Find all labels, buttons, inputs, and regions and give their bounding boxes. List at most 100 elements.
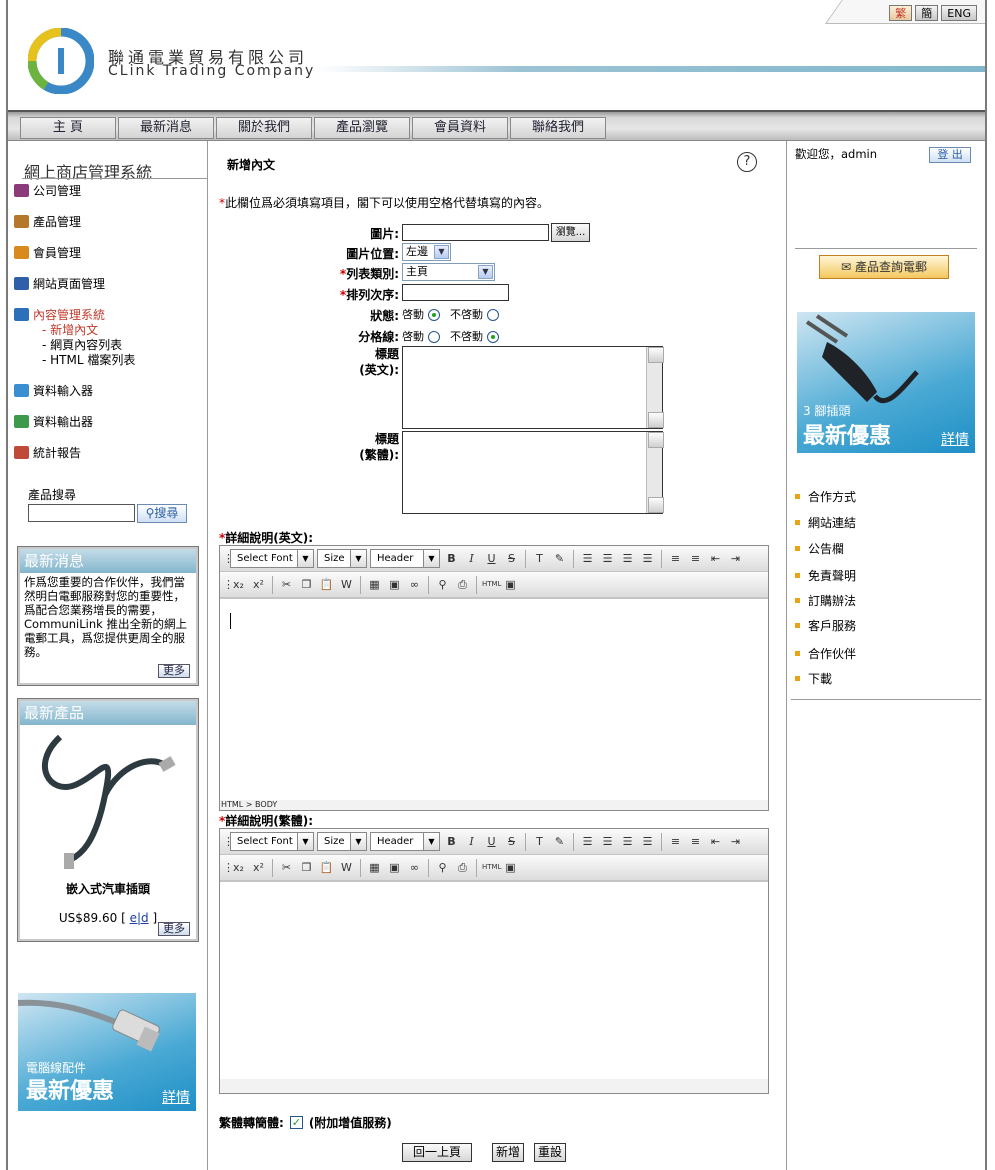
promo-detail-link[interactable]: 詳情 — [162, 1087, 190, 1107]
bullet-list-icon[interactable]: ≡ — [667, 550, 684, 567]
superscript-icon[interactable]: x² — [250, 859, 267, 876]
html-mode-icon[interactable]: HTML — [482, 576, 501, 593]
paste-word-icon[interactable]: W — [338, 576, 355, 593]
fullscreen-icon[interactable]: ▣ — [502, 859, 519, 876]
bullet-list-icon[interactable]: ≡ — [667, 833, 684, 850]
italic-icon[interactable]: I — [463, 550, 480, 567]
scrollbar[interactable] — [646, 347, 664, 428]
image-icon[interactable]: ▣ — [386, 576, 403, 593]
align-center-icon[interactable]: ☰ — [619, 833, 636, 850]
font-select[interactable]: Select Font ▼ — [230, 832, 314, 851]
underline-icon[interactable]: U — [483, 550, 500, 567]
indent-icon[interactable]: ⇥ — [727, 550, 744, 567]
subscript-icon[interactable]: x₂ — [230, 576, 247, 593]
cable-promo-banner[interactable]: 電腦線配件 最新優惠 詳情 — [18, 993, 196, 1111]
size-select[interactable]: Size ▼ — [317, 832, 367, 851]
browse-button[interactable]: 瀏覽... — [551, 223, 590, 242]
align-right-icon[interactable]: ☰ — [639, 833, 656, 850]
status-disable-radio[interactable] — [486, 309, 499, 321]
font-select[interactable]: Select Font ▼ — [230, 549, 314, 568]
link-icon[interactable]: ∞ — [406, 859, 423, 876]
size-select[interactable]: Size ▼ — [317, 549, 367, 568]
image-path-input[interactable] — [402, 224, 549, 241]
scrollbar[interactable] — [646, 432, 664, 513]
print-icon[interactable]: ⎙ — [454, 576, 471, 593]
underline-icon[interactable]: U — [483, 833, 500, 850]
paste-word-icon[interactable]: W — [338, 859, 355, 876]
nav-home[interactable]: 主 頁 — [20, 117, 116, 139]
link-ordering[interactable]: 訂購辦法 — [795, 592, 856, 609]
plug-promo-banner[interactable]: 3 腳插頭 最新優惠 詳情 — [797, 312, 975, 453]
product-search-input[interactable] — [28, 504, 135, 522]
editor-area-en[interactable] — [220, 598, 768, 800]
lang-english-button[interactable]: ENG — [941, 5, 977, 21]
bold-icon[interactable]: B — [443, 550, 460, 567]
table-icon[interactable]: ▦ — [366, 576, 383, 593]
align-left-icon[interactable]: ☰ — [599, 550, 616, 567]
indent-icon[interactable]: ⇥ — [727, 833, 744, 850]
nav-member[interactable]: 會員資料 — [412, 117, 508, 139]
link-disclaimer[interactable]: 免責聲明 — [795, 567, 856, 584]
title-en-textarea[interactable] — [402, 346, 664, 429]
align-left-icon[interactable]: ☰ — [599, 833, 616, 850]
cut-icon[interactable]: ✂ — [278, 576, 295, 593]
subscript-icon[interactable]: x₂ — [230, 859, 247, 876]
cut-icon[interactable]: ✂ — [278, 859, 295, 876]
link-partners[interactable]: 合作伙伴 — [795, 645, 856, 662]
header-select[interactable]: Header ▼ — [370, 832, 440, 851]
outdent-icon[interactable]: ⇤ — [707, 550, 724, 567]
html-mode-icon[interactable]: HTML — [482, 859, 501, 876]
text-color-icon[interactable]: T — [531, 833, 548, 850]
nav-about[interactable]: 關於我們 — [216, 117, 312, 139]
news-more-button[interactable]: 更多 — [158, 664, 190, 678]
strikethrough-icon[interactable]: S — [503, 833, 520, 850]
divider-enable-radio[interactable] — [427, 331, 440, 343]
find-icon[interactable]: ⚲ — [434, 576, 451, 593]
copy-icon[interactable]: ❐ — [298, 859, 315, 876]
order-input[interactable] — [402, 284, 509, 301]
superscript-icon[interactable]: x² — [250, 576, 267, 593]
link-notice[interactable]: 公告欄 — [795, 540, 844, 557]
nav-news[interactable]: 最新消息 — [118, 117, 214, 139]
justify-full-icon[interactable]: ☰ — [579, 833, 596, 850]
convert-checkbox[interactable]: ✓ — [289, 1116, 303, 1129]
find-icon[interactable]: ⚲ — [434, 859, 451, 876]
align-center-icon[interactable]: ☰ — [619, 550, 636, 567]
status-enable-radio[interactable] — [427, 309, 440, 321]
paste-icon[interactable]: 📋 — [318, 859, 335, 876]
menu-company[interactable]: 公司管理 — [14, 182, 81, 199]
menu-export[interactable]: 資料輸出器 — [14, 413, 93, 430]
fullscreen-icon[interactable]: ▣ — [502, 576, 519, 593]
numbered-list-icon[interactable]: ≡ — [687, 550, 704, 567]
logout-button[interactable]: 登 出 — [929, 147, 971, 163]
title-zh-textarea[interactable] — [402, 431, 664, 514]
highlight-icon[interactable]: ✎ — [551, 550, 568, 567]
image-position-select[interactable]: 左邊 ▼ — [402, 243, 451, 261]
paste-icon[interactable]: 📋 — [318, 576, 335, 593]
menu-import[interactable]: 資料輸入器 — [14, 382, 93, 399]
list-type-select[interactable]: 主頁 ▼ — [402, 263, 495, 281]
strikethrough-icon[interactable]: S — [503, 550, 520, 567]
highlight-icon[interactable]: ✎ — [551, 833, 568, 850]
add-button[interactable]: 新增 — [492, 1143, 524, 1162]
back-button[interactable]: 回一上頁 — [402, 1143, 472, 1162]
help-icon[interactable]: ? — [737, 152, 757, 172]
image-icon[interactable]: ▣ — [386, 859, 403, 876]
link-service[interactable]: 客戶服務 — [795, 617, 856, 634]
link-cooperation[interactable]: 合作方式 — [795, 488, 856, 505]
menu-member[interactable]: 會員管理 — [14, 244, 81, 261]
bold-icon[interactable]: B — [443, 833, 460, 850]
print-icon[interactable]: ⎙ — [454, 859, 471, 876]
lang-simplified-button[interactable]: 簡 — [915, 5, 939, 21]
nav-contact[interactable]: 聯絡我們 — [510, 117, 606, 139]
lang-traditional-button[interactable]: 繁 — [889, 5, 913, 21]
table-icon[interactable]: ▦ — [366, 859, 383, 876]
italic-icon[interactable]: I — [463, 833, 480, 850]
menu-product[interactable]: 產品管理 — [14, 213, 81, 230]
menu-webpage[interactable]: 網站頁面管理 — [14, 275, 105, 292]
link-sites[interactable]: 網站連結 — [795, 514, 856, 531]
promo-detail-link[interactable]: 詳情 — [941, 429, 969, 449]
numbered-list-icon[interactable]: ≡ — [687, 833, 704, 850]
copy-icon[interactable]: ❐ — [298, 576, 315, 593]
product-links[interactable]: e|d — [130, 911, 149, 925]
